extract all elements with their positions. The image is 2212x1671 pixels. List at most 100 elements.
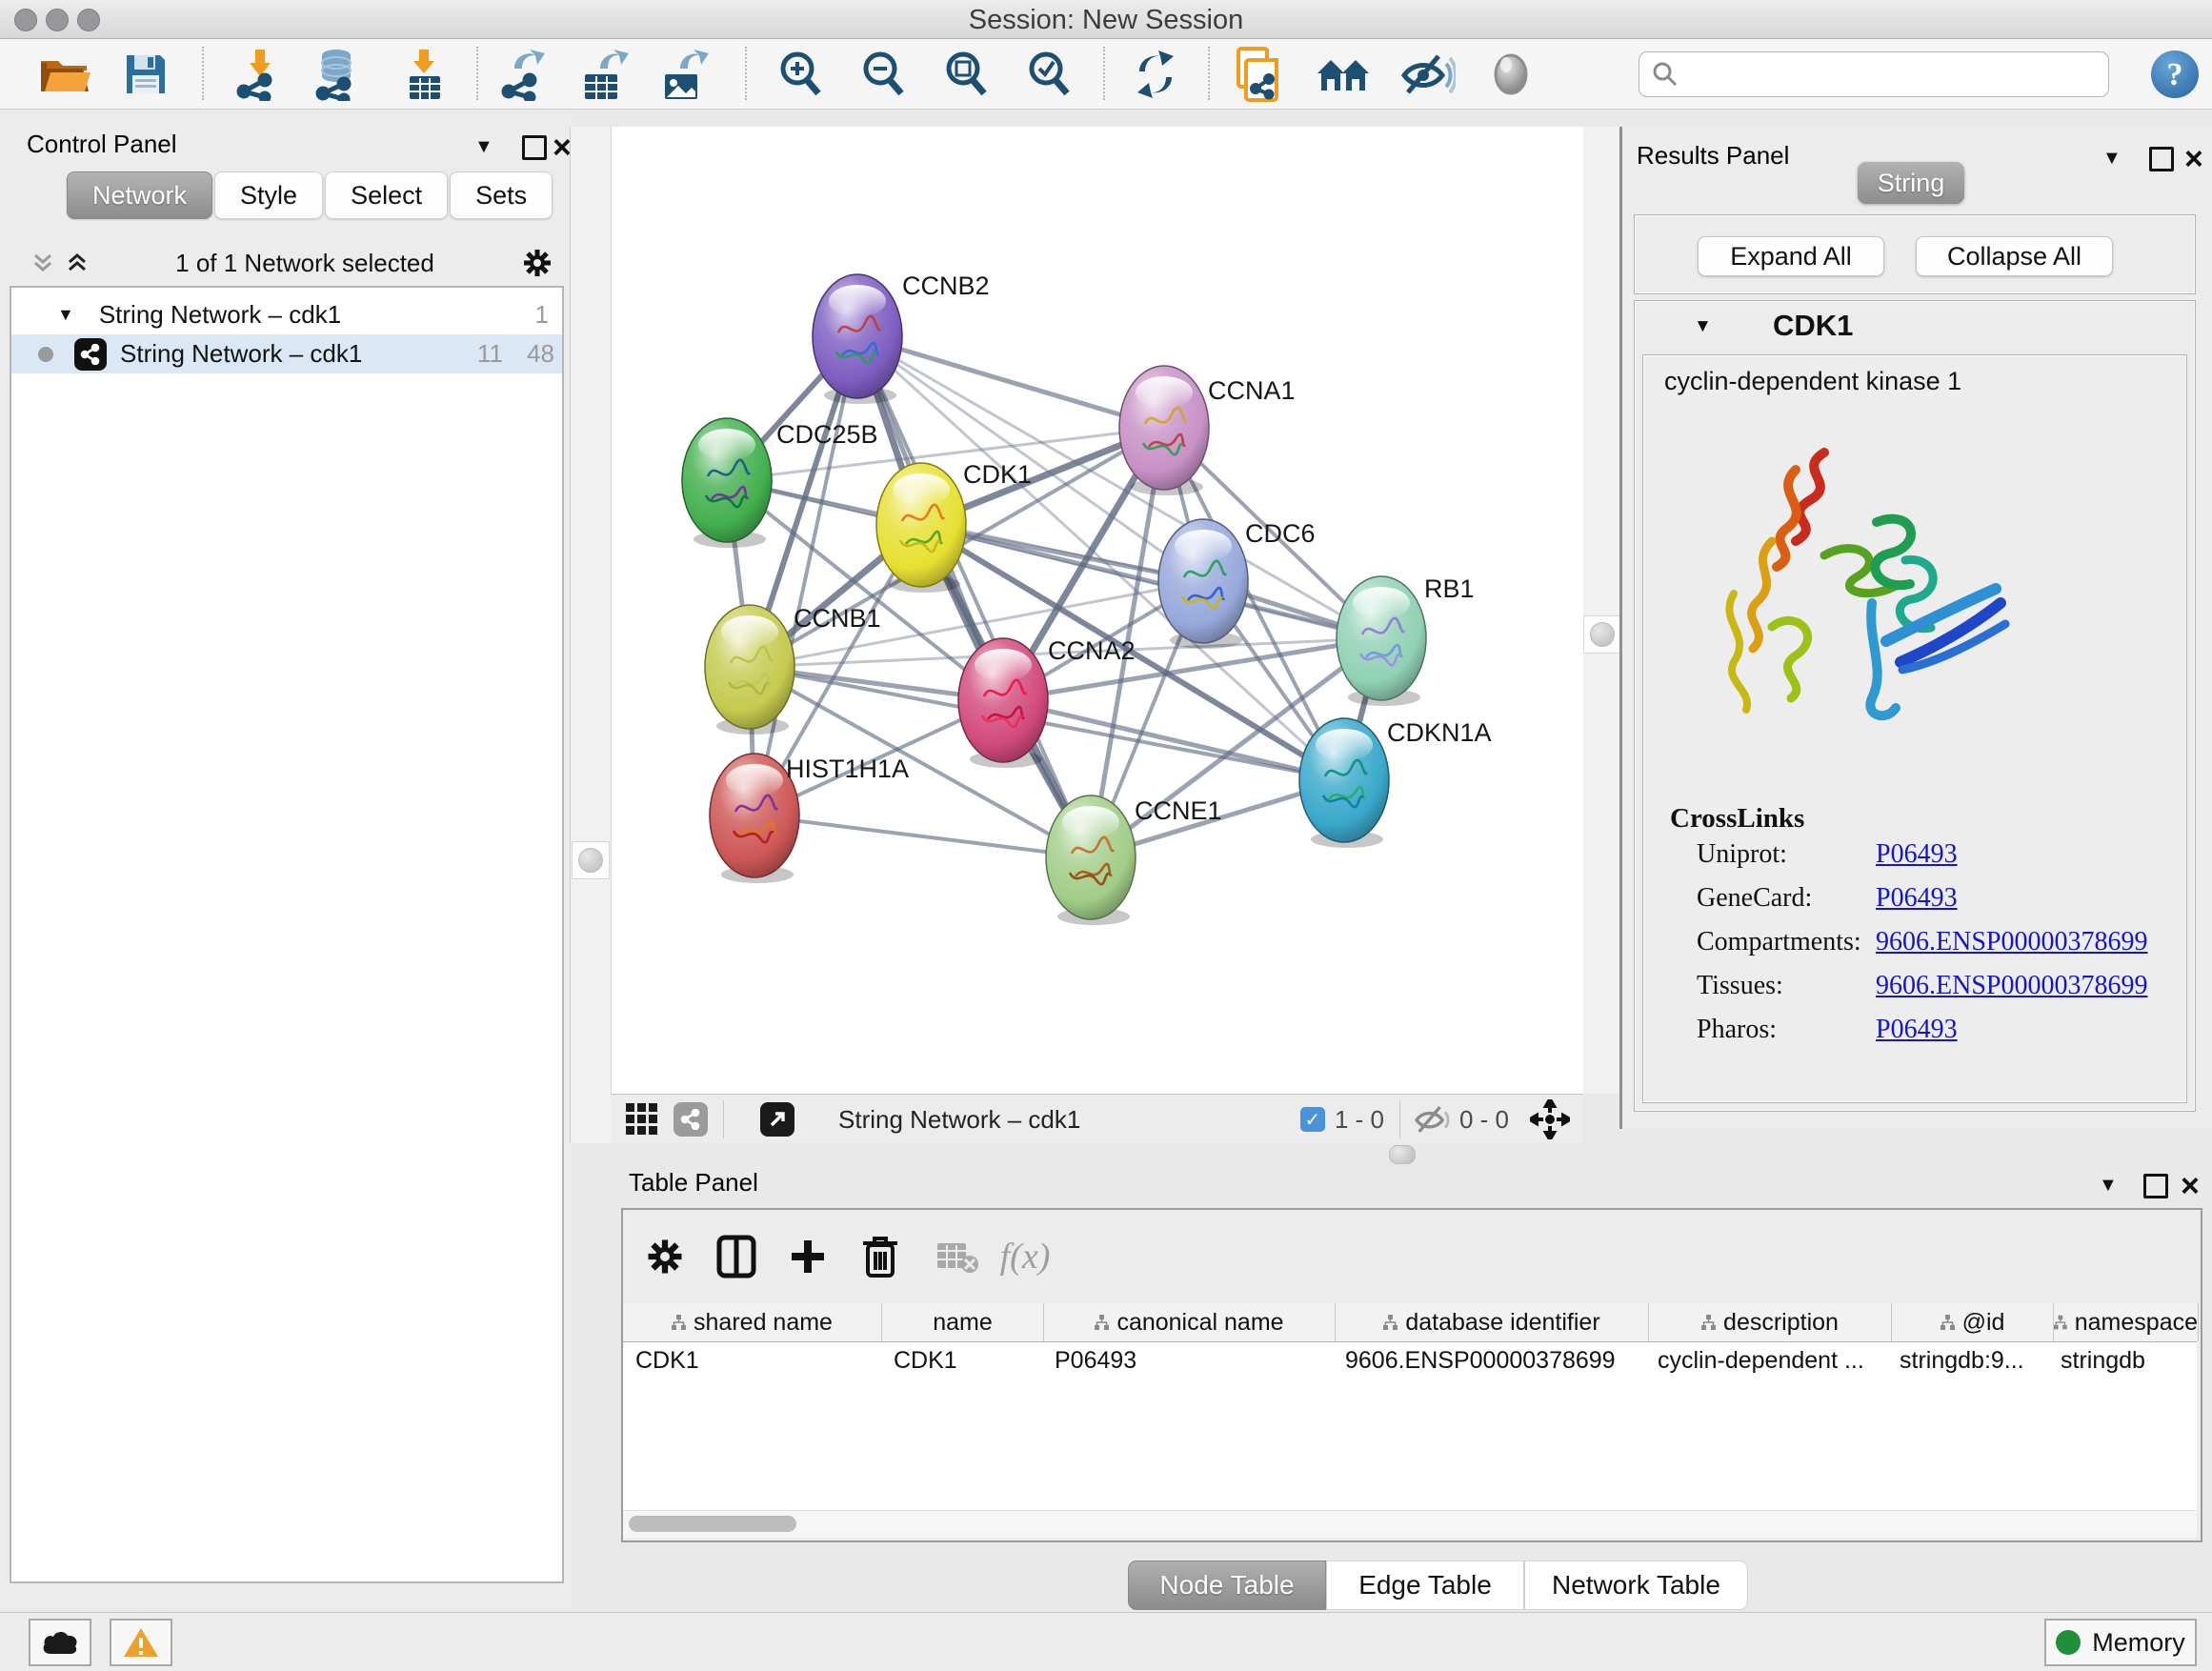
strip-separator <box>1399 1100 1400 1138</box>
strip-separator <box>723 1100 724 1138</box>
column-header-shared-name[interactable]: shared name <box>623 1303 882 1341</box>
gear-icon[interactable] <box>522 248 553 278</box>
save-session-icon[interactable] <box>116 47 175 102</box>
tab-network-table[interactable]: Network Table <box>1524 1560 1748 1610</box>
collection-count: 1 <box>535 300 549 330</box>
control-panel-float-icon[interactable] <box>522 135 547 160</box>
node-label-CCNE1: CCNE1 <box>1135 796 1222 825</box>
search-input[interactable] <box>1687 60 2108 89</box>
memory-button[interactable]: Memory <box>2044 1619 2197 1666</box>
network-collection-row[interactable]: ▼ String Network – cdk1 1 <box>11 295 562 334</box>
zoom-out-icon[interactable] <box>855 47 914 102</box>
network-canvas[interactable]: CCNB2CCNA1CDC25BCDK1CDC6RB1CCNB1CCNA2CDK… <box>611 127 1584 1094</box>
column-header-description[interactable]: description <box>1649 1303 1892 1341</box>
table-panel-close-icon[interactable]: × <box>2181 1176 2200 1197</box>
table-row[interactable]: CDK1CDK1P064939606.ENSP00000378699cyclin… <box>623 1342 2197 1379</box>
scrollbar-thumb[interactable] <box>629 1516 796 1532</box>
column-header-database-identifier[interactable]: database identifier <box>1336 1303 1649 1341</box>
delete-column-trash-icon[interactable] <box>852 1227 909 1286</box>
tab-network[interactable]: Network <box>67 171 212 219</box>
create-column-icon[interactable] <box>779 1227 836 1286</box>
warnings-button[interactable] <box>110 1619 172 1666</box>
export-network-icon[interactable] <box>493 47 553 102</box>
tab-sets[interactable]: Sets <box>450 171 553 219</box>
right-splitter-handle[interactable] <box>1583 615 1621 654</box>
column-header-name[interactable]: name <box>882 1303 1044 1341</box>
expand-all-button[interactable]: Expand All <box>1698 236 1884 276</box>
tab-edge-table[interactable]: Edge Table <box>1326 1560 1524 1610</box>
open-session-icon[interactable] <box>35 47 94 102</box>
clone-network-icon[interactable] <box>1230 47 1289 102</box>
birds-eye-icon[interactable] <box>1530 1099 1570 1139</box>
tab-node-table[interactable]: Node Table <box>1128 1560 1326 1610</box>
table-cell: stringdb <box>2048 1347 2192 1375</box>
help-icon[interactable]: ? <box>2145 47 2204 102</box>
grid-view-icon[interactable] <box>624 1101 660 1137</box>
cloud-button[interactable] <box>29 1619 91 1666</box>
control-panel-menu-icon[interactable]: ▼ <box>474 137 493 156</box>
zoom-selected-icon[interactable] <box>1020 47 1079 102</box>
crosslink-value-link[interactable]: P06493 <box>1876 883 1958 914</box>
results-panel-menu-icon[interactable]: ▼ <box>2102 149 2122 168</box>
network-node-RB1[interactable]: RB1 <box>1337 574 1475 706</box>
results-panel-float-icon[interactable] <box>2149 147 2174 171</box>
network-badge-icon[interactable] <box>674 1102 708 1137</box>
right-splitter[interactable] <box>1583 127 1619 1094</box>
tab-select[interactable]: Select <box>325 171 448 219</box>
collapse-all-icon[interactable] <box>32 252 53 274</box>
crosslink-value-link[interactable]: P06493 <box>1876 839 1958 870</box>
hide-unhide-icon[interactable] <box>1398 47 1458 102</box>
collection-expand-icon[interactable]: ▼ <box>57 305 74 325</box>
left-splitter-handle[interactable] <box>572 841 610 879</box>
crosslink-value-link[interactable]: 9606.ENSP00000378699 <box>1876 927 2147 957</box>
collapse-all-button[interactable]: Collapse All <box>1916 236 2113 276</box>
open-in-window-icon[interactable] <box>760 1102 794 1137</box>
network-view-title: String Network – cdk1 <box>838 1105 1080 1135</box>
column-header-label: database identifier <box>1405 1309 1599 1337</box>
results-panel-close-icon[interactable]: × <box>2184 149 2203 170</box>
show-columns-icon[interactable] <box>708 1227 765 1286</box>
selected-checkbox-icon[interactable]: ✓ <box>1300 1107 1325 1132</box>
table-panel-float-icon[interactable] <box>2143 1174 2168 1198</box>
export-image-icon[interactable] <box>655 47 714 102</box>
column-header-@id[interactable]: @id <box>1892 1303 2054 1341</box>
column-header-namespace[interactable]: namespace <box>2054 1303 2199 1341</box>
network-edge-CCNA2-CDKN1A[interactable] <box>1003 700 1344 780</box>
string-tab[interactable]: String <box>1858 162 1964 204</box>
network-node-HIST1H1A[interactable]: HIST1H1A <box>710 754 909 883</box>
home-networks-icon[interactable] <box>1315 47 1374 102</box>
table-settings-gear-icon[interactable] <box>636 1227 694 1286</box>
left-splitter[interactable] <box>570 127 612 1143</box>
zoom-fit-icon[interactable] <box>937 47 996 102</box>
search-field[interactable] <box>1639 51 2109 97</box>
zoom-in-icon[interactable] <box>772 47 831 102</box>
network-edge-CCNB2-HIST1H1A[interactable] <box>754 336 857 815</box>
network-row[interactable]: String Network – cdk1 11 48 <box>11 334 562 373</box>
network-node-CCNA1[interactable]: CCNA1 <box>1119 366 1296 495</box>
export-table-icon[interactable] <box>575 47 634 102</box>
crosslink-value-link[interactable]: P06493 <box>1876 1015 1958 1045</box>
import-network-from-database-icon[interactable] <box>307 47 366 102</box>
crosslink-label: GeneCard: <box>1697 883 1812 913</box>
crosslink-value-link[interactable]: 9606.ENSP00000378699 <box>1876 971 2147 1001</box>
table-panel-menu-icon[interactable]: ▼ <box>2099 1176 2118 1195</box>
network-node-CCNB2[interactable]: CCNB2 <box>813 272 990 404</box>
gene-collapse-icon[interactable]: ▼ <box>1694 316 1712 337</box>
refresh-icon[interactable] <box>1126 47 1185 102</box>
import-table-from-file-icon[interactable] <box>394 47 453 102</box>
tab-style[interactable]: Style <box>214 171 323 219</box>
column-header-canonical-name[interactable]: canonical name <box>1044 1303 1336 1341</box>
network-node-CCNE1[interactable]: CCNE1 <box>1046 795 1222 925</box>
control-panel-close-icon[interactable]: × <box>553 137 572 158</box>
import-network-from-file-icon[interactable] <box>229 47 288 102</box>
crosslink-row: Pharos:P06493 <box>1697 1015 2173 1045</box>
network-node-CCNB1[interactable]: CCNB1 <box>705 604 881 735</box>
inspect-eye-icon[interactable] <box>1481 47 1540 102</box>
network-edge-HIST1H1A-CCNE1[interactable] <box>754 815 1091 857</box>
network-node-CDC25B[interactable]: CDC25B <box>682 418 878 548</box>
network-edge-CCNB2-CCNA1[interactable] <box>857 336 1164 428</box>
expand-all-icon[interactable] <box>67 252 88 274</box>
hidden-eye-icon[interactable] <box>1414 1103 1452 1136</box>
network-node-CDKN1A[interactable]: CDKN1A <box>1299 718 1492 848</box>
table-horizontal-scrollbar[interactable] <box>623 1510 2197 1538</box>
